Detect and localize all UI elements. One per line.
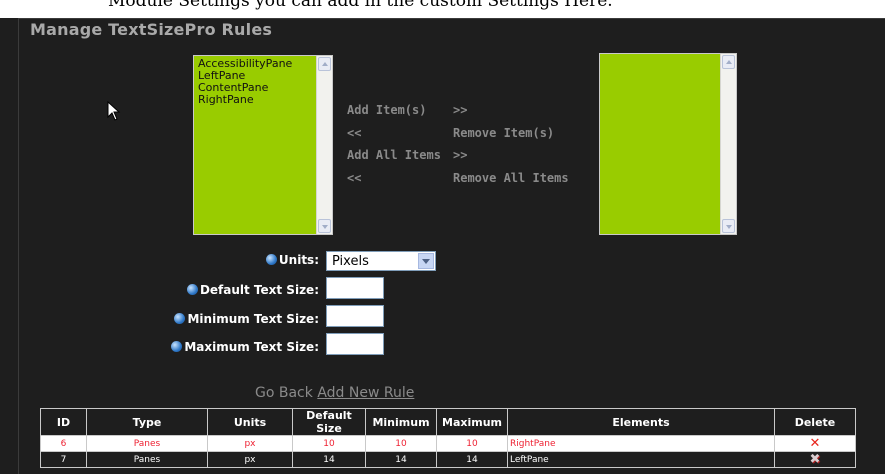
go-back-link[interactable]: Go Back [255, 385, 313, 401]
add-all-items-button[interactable]: Add All Items [347, 148, 441, 162]
help-icon[interactable] [174, 313, 186, 324]
minimum-size-label: Minimum Text Size: [174, 312, 319, 326]
mouse-cursor-icon [107, 101, 121, 121]
column-header-minimum: Minimum [365, 408, 437, 436]
table-row[interactable]: 6 Panes px 10 10 10 RightPane ✕ [40, 435, 856, 452]
scroll-down-button[interactable] [722, 219, 735, 233]
column-header-type: Type [86, 408, 208, 436]
remove-items-button[interactable]: Remove Item(s) [453, 126, 554, 140]
cell-elements: RightPane [507, 435, 775, 452]
minimum-size-field[interactable] [326, 305, 384, 327]
page-title: Manage TextSizePro Rules [30, 20, 273, 39]
cell-delete: ✕ [774, 435, 856, 452]
cell-units: px [207, 451, 293, 468]
rules-table: ID Type Units Default Size Minimum Maxim… [40, 408, 856, 468]
rule-links: Go Back Add New Rule [255, 385, 414, 401]
cell-default-size: 10 [292, 435, 366, 452]
selected-list-scrollbar[interactable] [720, 54, 736, 234]
cell-id: 6 [40, 435, 87, 452]
help-icon[interactable] [186, 284, 198, 295]
table-row[interactable]: 7 Panes px 14 14 14 LeftPane ✖ [40, 451, 856, 468]
cell-default-size: 14 [292, 451, 366, 468]
header-snippet-text: Module Settings you can add in the custo… [108, 0, 613, 11]
add-items-button[interactable]: Add Item(s) [347, 103, 426, 117]
default-size-label: Default Text Size: [186, 283, 319, 297]
selected-panes-list[interactable] [599, 53, 737, 235]
add-items-arrow[interactable]: >> [453, 103, 467, 117]
remove-all-items-button[interactable]: Remove All Items [453, 171, 569, 185]
units-label: Units: [265, 253, 319, 267]
default-size-field[interactable] [326, 277, 384, 299]
chevron-down-icon[interactable] [418, 253, 434, 269]
maximum-size-field[interactable] [326, 333, 384, 355]
column-header-id: ID [40, 408, 87, 436]
help-icon[interactable] [265, 254, 277, 265]
column-header-units: Units [207, 408, 293, 436]
cell-maximum: 14 [436, 451, 508, 468]
maximum-size-label: Maximum Text Size: [171, 340, 319, 354]
column-header-delete: Delete [774, 408, 856, 436]
cell-id: 7 [40, 451, 87, 468]
column-header-maximum: Maximum [436, 408, 508, 436]
table-header-row: ID Type Units Default Size Minimum Maxim… [40, 408, 856, 436]
available-panes-list[interactable]: AccessibilityPane LeftPane ContentPane R… [193, 55, 333, 235]
column-header-elements: Elements [507, 408, 775, 436]
list-item[interactable]: RightPane [198, 94, 292, 106]
cell-elements: LeftPane [507, 451, 775, 468]
rules-panel [18, 18, 885, 474]
scroll-up-button[interactable] [318, 57, 331, 71]
cell-minimum: 10 [365, 435, 437, 452]
units-select[interactable]: Pixels [326, 251, 436, 271]
scroll-up-button[interactable] [722, 55, 735, 69]
available-list-scrollbar[interactable] [316, 56, 332, 234]
page-header-strip: Module Settings you can add in the custo… [0, 0, 885, 18]
column-header-default-size: Default Size [292, 408, 366, 436]
cell-units: px [207, 435, 293, 452]
cell-type: Panes [86, 435, 208, 452]
cell-type: Panes [86, 451, 208, 468]
cell-maximum: 10 [436, 435, 508, 452]
add-new-rule-link[interactable]: Add New Rule [317, 385, 414, 401]
cell-delete: ✖ [774, 451, 856, 468]
add-all-arrow[interactable]: >> [453, 148, 467, 162]
remove-items-arrow[interactable]: << [347, 126, 361, 140]
delete-icon[interactable]: ✕ [810, 437, 821, 450]
help-icon[interactable] [171, 341, 183, 352]
remove-all-arrow[interactable]: << [347, 171, 361, 185]
delete-icon[interactable]: ✖ [810, 453, 821, 466]
cell-minimum: 14 [365, 451, 437, 468]
scroll-down-button[interactable] [318, 219, 331, 233]
